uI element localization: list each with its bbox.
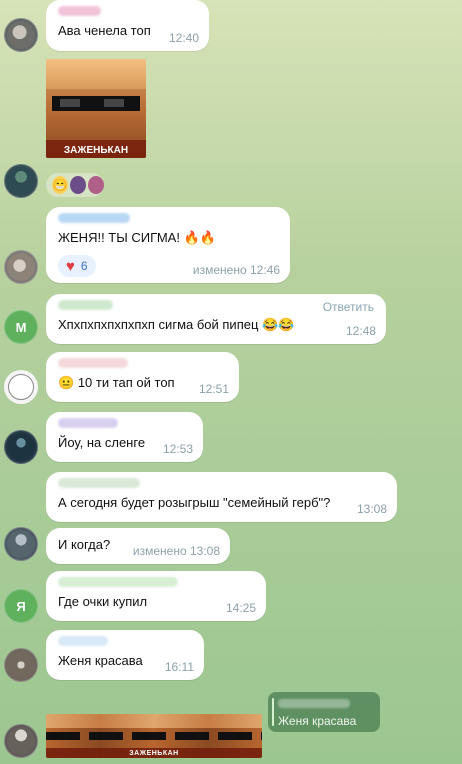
reaction-count: 6 — [80, 259, 88, 273]
sticker-caption: ЗАЖЕНЬКАН — [129, 750, 179, 757]
avatar[interactable] — [4, 430, 38, 464]
message-bubble[interactable]: Ответить Хпхпхпхпхпхпхп сигма бой пипец … — [46, 294, 386, 344]
sender-name — [58, 213, 130, 223]
fire-emoji: 🔥🔥 — [183, 230, 216, 245]
avatar[interactable] — [4, 648, 38, 682]
reply-indicator — [272, 698, 274, 726]
heart-icon: ♥ — [66, 257, 75, 275]
sticker-caption: ЗАЖЕНЬКАН — [63, 145, 129, 156]
message-time: 14:25 — [225, 601, 256, 615]
sender-name — [58, 358, 128, 368]
message-bubble[interactable]: Ава ченела топ 12:40 — [46, 0, 209, 51]
sticker-strip[interactable]: ЗАЖЕНЬКАН — [46, 714, 262, 758]
reply-button[interactable]: Ответить — [323, 300, 374, 314]
message-bubble[interactable]: 😐 10 ти тап ой топ 12:51 — [46, 352, 239, 402]
sticker-image[interactable]: ЗАЖЕНЬКАН — [46, 59, 146, 158]
reply-sender-name — [278, 699, 350, 708]
message-bubble[interactable]: Где очки купил 14:25 — [46, 571, 266, 621]
avatar[interactable]: Я — [4, 589, 38, 623]
message-time: 12:53 — [162, 442, 193, 456]
sender-name — [58, 6, 101, 16]
message-time: 16:11 — [164, 660, 194, 674]
avatar[interactable] — [4, 527, 38, 561]
message-bubble[interactable]: Женя красава 16:11 — [46, 630, 204, 680]
message-time: 12:40 — [168, 31, 199, 45]
avatar — [88, 176, 104, 194]
avatar — [70, 176, 86, 194]
sender-name — [58, 636, 108, 646]
message-bubble[interactable]: И когда? изменено 13:08 — [46, 528, 230, 564]
sender-name — [58, 418, 118, 428]
reaction-pill[interactable]: 😁 — [46, 173, 104, 197]
sender-name — [58, 577, 178, 587]
avatar-initial: М — [15, 319, 27, 335]
message-time: 12:48 — [345, 324, 376, 338]
message-time: 12:51 — [198, 382, 229, 396]
message-bubble[interactable]: ЖЕНЯ!! ТЫ СИГМА! 🔥🔥 ♥ 6 изменено 12:46 — [46, 207, 290, 283]
avatar[interactable] — [4, 164, 38, 198]
chat-window: Ава ченела топ 12:40 ЗАЖЕНЬКАН 😁 ЖЕНЯ!! … — [0, 0, 462, 764]
message-bubble[interactable]: Йоу, на сленге 12:53 — [46, 412, 203, 462]
message-text: ЖЕНЯ!! ТЫ СИГМА! 🔥🔥 — [58, 230, 216, 245]
message-text: А сегодня будет розыгрыш "семейный герб"… — [58, 495, 331, 510]
smile-icon: 😁 — [52, 176, 68, 194]
avatar[interactable] — [4, 370, 38, 404]
neutral-face-emoji: 😐 — [58, 375, 75, 390]
reply-preview[interactable]: Женя красава — [268, 692, 380, 732]
message-time: изменено 12:46 — [192, 263, 280, 277]
message-time: изменено 13:08 — [132, 544, 220, 558]
reply-text: Женя красава — [278, 714, 357, 728]
avatar[interactable] — [4, 18, 38, 52]
message-text: Хпхпхпхпхпхпхп сигма бой пипец 😂😂 — [58, 317, 295, 332]
avatar[interactable] — [4, 724, 38, 758]
laugh-emoji: 😂😂 — [262, 317, 295, 332]
sender-name — [58, 478, 140, 488]
sender-name — [58, 300, 113, 310]
message-time: 13:08 — [356, 502, 387, 516]
message-bubble[interactable]: А сегодня будет розыгрыш "семейный герб"… — [46, 472, 397, 522]
avatar-initial: Я — [16, 598, 26, 614]
avatar[interactable] — [4, 250, 38, 284]
reaction-badge[interactable]: ♥ 6 — [58, 255, 96, 277]
avatar[interactable]: М — [4, 310, 38, 344]
